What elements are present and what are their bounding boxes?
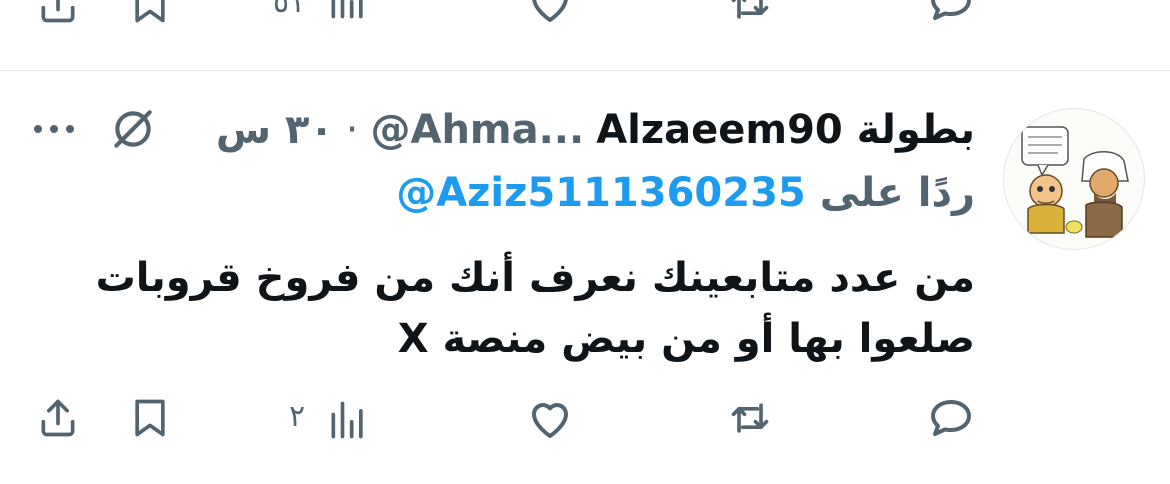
reply-icon[interactable] — [926, 394, 976, 442]
retweet-icon[interactable] — [722, 0, 778, 26]
heart-icon[interactable] — [524, 394, 576, 442]
tweet-divider — [0, 70, 1170, 71]
bookmark-icon[interactable] — [128, 0, 172, 26]
heart-icon[interactable] — [524, 0, 576, 26]
retweet-icon[interactable] — [722, 396, 778, 440]
avatar[interactable] — [1003, 108, 1145, 250]
reply-icon[interactable] — [926, 0, 976, 26]
views-icon[interactable] — [326, 0, 370, 22]
reply-label: ردًا على — [819, 170, 975, 216]
more-icon[interactable] — [30, 117, 78, 141]
user-handle[interactable]: @Ahma... — [370, 107, 584, 153]
share-icon[interactable] — [36, 396, 80, 440]
share-icon[interactable] — [36, 0, 80, 26]
views-count: ٢ — [289, 399, 306, 434]
display-name[interactable]: بطولة Alzaeem90 — [596, 107, 975, 153]
timestamp[interactable]: ٣٠ س — [216, 107, 334, 153]
tweet-text: من عدد متابعينك نعرف أنك من فروخ قروبات … — [95, 255, 975, 362]
slashed-circle-icon[interactable] — [108, 104, 158, 154]
reply-context: ردًا على @Aziz5111360235 — [396, 170, 975, 216]
reply-to-mention[interactable]: @Aziz5111360235 — [396, 170, 806, 216]
bookmark-icon[interactable] — [128, 396, 172, 440]
tweet-header: بطولة Alzaeem90 @Ahma... · ٣٠ س — [216, 105, 975, 155]
views-icon[interactable] — [326, 398, 370, 442]
cartoon-avatar — [1021, 126, 1129, 238]
views-count: ٥١ — [273, 0, 306, 20]
separator-dot: · — [345, 107, 359, 153]
